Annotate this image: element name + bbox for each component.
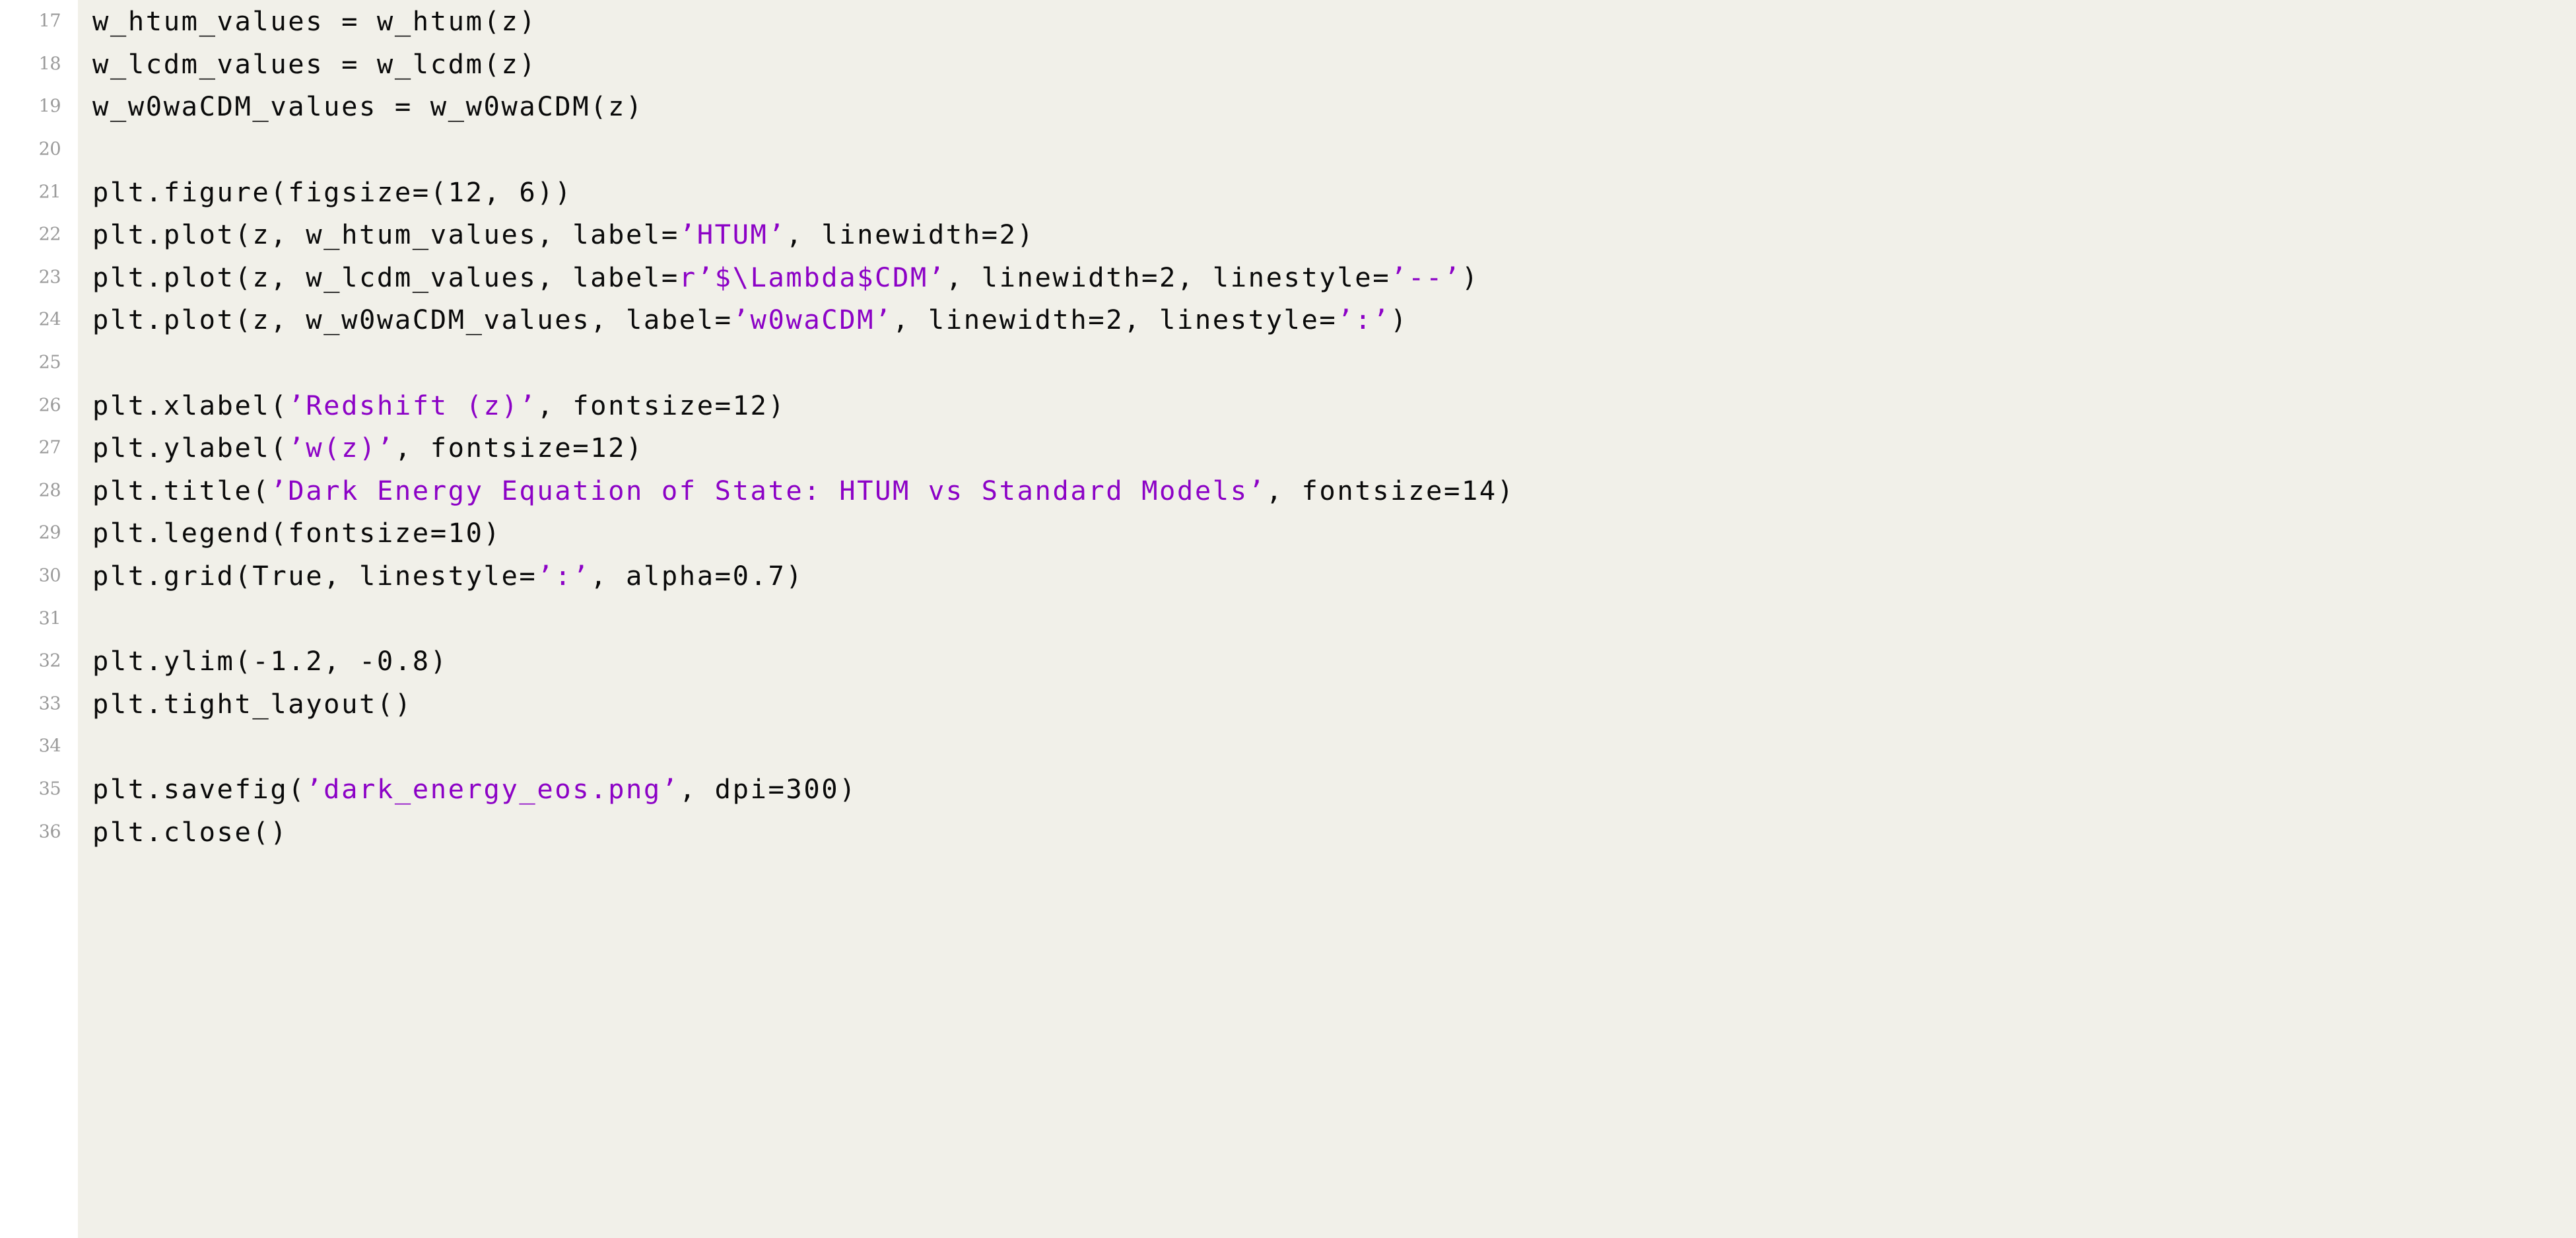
line-content: plt.tight_layout() [92,687,413,720]
code-token: , linewidth=2, linestyle= [945,261,1391,293]
line-content: plt.ylim(-1.2, -0.8) [92,648,448,675]
line-content: plt.plot(z, w_w0waCDM_values, label=’w0w… [92,306,1408,333]
line-number: 17 [38,11,61,32]
code-lines-container: 17 w_htum_values = w_htum(z) 18 w_lcdm_valu… [0,0,2576,1238]
code-token: , fontsize=12) [537,389,786,421]
line-content: plt.figure(figsize=(12, 6)) [92,178,572,205]
code-token: , fontsize=12) [394,431,644,464]
code-token: plt.ylim(-1.2, -0.8) [92,644,448,677]
string-literal-token: ’:’ [537,559,591,592]
string-literal-token: ’w0waCDM’ [732,304,893,336]
line-content: plt.close() [92,818,288,845]
code-line: 32 plt.ylim(-1.2, -0.8) [0,640,2576,683]
code-line: 26 plt.xlabel(’Redshift (z)’, fontsize=12… [0,384,2576,427]
code-token: plt.savefig( [92,773,306,805]
line-number: 24 [38,309,61,330]
code-line: 31 [0,597,2576,640]
code-line: 21 plt.figure(figsize=(12, 6)) [0,170,2576,213]
code-token: plt.plot(z, w_lcdm_values, label= [92,261,679,293]
code-token: plt.plot(z, w_w0waCDM_values, label= [92,304,733,336]
line-content: plt.title(’Dark Energy Equation of State… [92,477,1515,504]
line-number: 26 [38,395,61,416]
code-token: , linewidth=2, linestyle= [893,304,1338,336]
string-literal-token: ’Redshift (z)’ [288,389,537,421]
code-token: plt.tight_layout() [92,687,413,720]
line-number: 18 [38,53,61,75]
line-number: 21 [38,182,61,203]
code-listing: 17 w_htum_values = w_htum(z) 18 w_lcdm_valu… [0,0,2576,1238]
line-number: 31 [38,608,61,629]
string-literal-token: r’$\Lambda$CDM’ [679,261,946,293]
line-number: 23 [38,267,61,288]
code-token: , alpha=0.7) [590,559,804,592]
code-token: plt.grid(True, linestyle= [92,559,537,592]
line-number: 36 [38,821,61,843]
string-literal-token: ’HTUM’ [679,219,786,251]
code-line: 36 plt.close() [0,810,2576,853]
line-content: plt.ylabel(’w(z)’, fontsize=12) [92,434,644,462]
code-line: 18 w_lcdm_values = w_lcdm(z) [0,43,2576,86]
code-token: , linewidth=2) [786,219,1035,251]
string-literal-token: ’Dark Energy Equation of State: HTUM vs … [270,474,1266,506]
line-content: plt.grid(True, linestyle=’:’, alpha=0.7) [92,563,803,590]
line-number: 22 [38,224,61,245]
string-literal-token: ’w(z)’ [288,431,395,464]
line-number: 19 [38,96,61,117]
code-line: 22 plt.plot(z, w_htum_values, label=’HTUM… [0,213,2576,256]
line-content: w_w0waCDM_values = w_w0waCDM(z) [92,93,644,120]
string-literal-token: ’:’ [1337,304,1391,336]
code-line: 20 [0,128,2576,171]
code-token: plt.figure(figsize=(12, 6)) [92,176,573,208]
line-content: plt.savefig(’dark_energy_eos.png’, dpi=3… [92,773,858,805]
line-content: w_lcdm_values = w_lcdm(z) [92,48,537,80]
code-line: 27 plt.ylabel(’w(z)’, fontsize=12) [0,427,2576,469]
line-number: 20 [38,139,61,160]
code-token: ) [1390,304,1409,336]
code-line: 19 w_w0waCDM_values = w_w0waCDM(z) [0,85,2576,128]
code-line: 29 plt.legend(fontsize=10) [0,512,2576,555]
code-token: plt.title( [92,474,271,506]
code-token: w_w0waCDM_values = w_w0waCDM(z) [92,90,644,123]
line-content: plt.xlabel(’Redshift (z)’, fontsize=12) [92,392,786,419]
code-line: 25 [0,341,2576,384]
code-line: 17 w_htum_values = w_htum(z) [0,0,2576,43]
line-number: 25 [38,352,61,373]
line-number: 28 [38,480,61,501]
code-line: 30 plt.grid(True, linestyle=’:’, alpha=0.… [0,555,2576,598]
code-token: plt.ylabel( [92,431,288,464]
line-number: 29 [38,522,61,543]
string-literal-token: ’--’ [1390,261,1462,293]
code-token: , fontsize=14) [1266,474,1515,506]
line-content: plt.plot(z, w_htum_values, label=’HTUM’,… [92,221,1034,248]
code-token: , dpi=300) [679,773,858,805]
code-line: 24 plt.plot(z, w_w0waCDM_values, label=’w… [0,298,2576,341]
string-literal-token: ’dark_energy_eos.png’ [306,773,679,805]
code-line: 23 plt.plot(z, w_lcdm_values, label=r’$\L… [0,256,2576,299]
code-token: w_htum_values = w_htum(z) [92,5,537,38]
code-token: plt.xlabel( [92,389,288,421]
code-line: 35 plt.savefig(’dark_energy_eos.png’, dpi… [0,768,2576,811]
line-content: plt.legend(fontsize=10) [92,520,501,547]
line-number: 33 [38,693,61,714]
code-line: 33 plt.tight_layout() [0,683,2576,726]
line-number: 35 [38,778,61,800]
line-content: w_htum_values = w_htum(z) [92,8,537,35]
line-number: 30 [38,565,61,586]
code-token: w_lcdm_values = w_lcdm(z) [92,48,537,80]
line-content: plt.plot(z, w_lcdm_values, label=r’$\Lam… [92,261,1479,293]
code-token: plt.legend(fontsize=10) [92,517,502,549]
line-number: 27 [38,437,61,458]
code-token: ) [1461,261,1479,293]
line-number: 32 [38,650,61,671]
code-line: 28 plt.title(’Dark Energy Equation of Sta… [0,469,2576,512]
code-line: 34 [0,725,2576,768]
code-token: plt.close() [92,815,288,848]
line-number: 34 [38,736,61,757]
code-token: plt.plot(z, w_htum_values, label= [92,219,679,251]
